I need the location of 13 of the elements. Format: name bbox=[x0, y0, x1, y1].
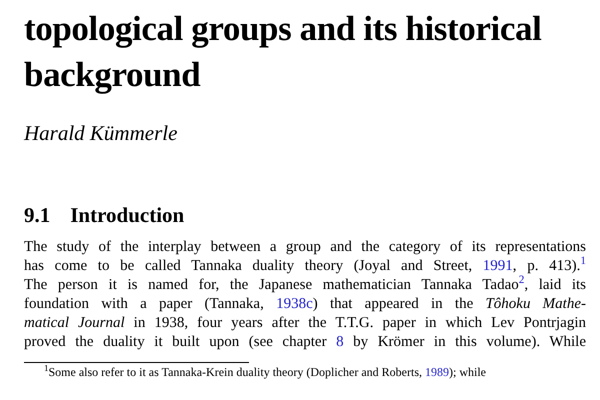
title-line: topological groups and its historical bbox=[24, 8, 542, 50]
section-title: Introduction bbox=[70, 202, 184, 228]
citation-link[interactable]: 1 bbox=[580, 258, 586, 274]
section-number: 9.1 bbox=[24, 202, 50, 228]
citation-link[interactable]: 2 bbox=[518, 276, 524, 292]
citation-link[interactable]: 1989 bbox=[425, 364, 449, 378]
citation-link[interactable]: 1991 bbox=[482, 258, 513, 274]
body-paragraph: The study of the interplay between a group and the category of its representations has come to be called Tannaka duality theory (Joyal and Street, 1991, p. 413).$^{1}$ The person it is named for, the Japanese mathematician Tannaka Tadao$^{2}$, laid its foundation with a paper (Tannaka, 1938c) that appeared in the Tôhoku Mathe- matical Journal in 1938, four years after the T.T.G. paper in which Lev Pontrjagin proved the duality it built upon (see chapter 8 by Krömer in this volume). While bbox=[24, 238, 586, 352]
citation-link[interactable]: 8 bbox=[336, 334, 344, 350]
footnote: $^{1}$Some also refer to it as Tannaka-Krein duality theory (Doplicher and Roberts, 1989); while bbox=[43, 364, 487, 378]
title-line: background bbox=[24, 54, 200, 96]
citation-link[interactable]: 1938c bbox=[276, 296, 313, 312]
author-name: Harald Kümmerle bbox=[24, 120, 178, 147]
